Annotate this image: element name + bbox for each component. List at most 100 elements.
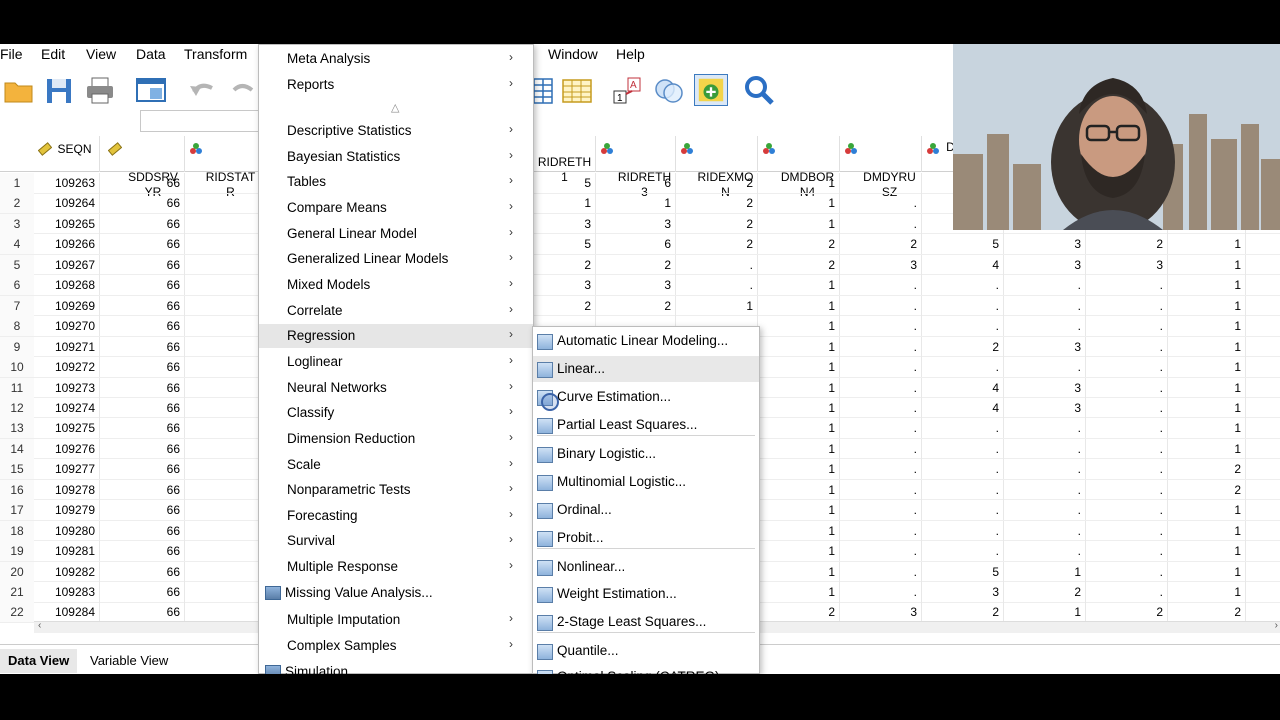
grid-cell-r3[interactable]: 6: [596, 234, 676, 255]
menu-item-forecasting[interactable]: Forecasting: [287, 508, 358, 523]
grid-cell-yr[interactable]: .: [840, 438, 922, 459]
column-header-ridexmon[interactable]: RIDEXMO N: [676, 136, 758, 199]
submenu-item-ordinal[interactable]: Ordinal...: [557, 502, 612, 517]
grid-cell-c9[interactable]: .: [1086, 459, 1168, 480]
grid-cell-sdd[interactable]: 66: [100, 459, 185, 480]
grid-cell-yr[interactable]: .: [840, 479, 922, 500]
value-labels-icon[interactable]: 1A: [612, 74, 646, 106]
menu-item-complex-samples[interactable]: Complex Samples: [287, 638, 397, 653]
row-number[interactable]: 2: [0, 193, 34, 214]
grid-cell-r3[interactable]: 3: [596, 213, 676, 234]
submenu-item-2-stage-least-squares[interactable]: 2-Stage Least Squares...: [557, 614, 706, 629]
grid-cell-c9[interactable]: .: [1086, 377, 1168, 398]
grid-cell-seqn[interactable]: 109271: [34, 336, 100, 357]
grid-cell-seqn[interactable]: 109275: [34, 418, 100, 439]
grid-cell-c9[interactable]: .: [1086, 418, 1168, 439]
grid-cell-c10[interactable]: 1: [1168, 397, 1246, 418]
add-variable-set-icon[interactable]: [694, 74, 728, 106]
grid-cell-yr[interactable]: .: [840, 418, 922, 439]
row-number[interactable]: 7: [0, 295, 34, 316]
grid-cell-seqn[interactable]: 109268: [34, 275, 100, 296]
grid-cell-sdd[interactable]: 66: [100, 438, 185, 459]
column-header-ridreth3[interactable]: RIDRETH 3: [596, 136, 676, 199]
search-icon[interactable]: [742, 74, 776, 106]
grid-cell-c8[interactable]: .: [1004, 500, 1086, 521]
redo-icon[interactable]: [228, 74, 258, 106]
grid-cell-c10[interactable]: 1: [1168, 438, 1246, 459]
grid-cell-c10[interactable]: 1: [1168, 541, 1246, 562]
grid-cell-b4[interactable]: 1: [758, 561, 840, 582]
grid-cell-r3[interactable]: 3: [596, 275, 676, 296]
grid-cell-c7[interactable]: .: [922, 459, 1004, 480]
grid-cell-sdd[interactable]: 66: [100, 479, 185, 500]
grid-cell-c8[interactable]: 3: [1004, 336, 1086, 357]
menu-file[interactable]: File: [0, 46, 23, 62]
grid-cell-ex[interactable]: 2: [676, 213, 758, 234]
grid-cell-c7[interactable]: 2: [922, 336, 1004, 357]
grid-cell-c10[interactable]: 1: [1168, 357, 1246, 378]
tab-data-view[interactable]: Data View: [0, 649, 78, 673]
menu-item-general-linear-model[interactable]: General Linear Model: [287, 226, 417, 241]
grid-cell-r1[interactable]: 3: [534, 275, 596, 296]
tab-variable-view[interactable]: Variable View: [82, 649, 176, 673]
grid-cell-yr[interactable]: .: [840, 316, 922, 337]
grid-cell-b4[interactable]: 1: [758, 357, 840, 378]
grid-cell-c7[interactable]: 2: [922, 602, 1004, 623]
grid-cell-b4[interactable]: 1: [758, 336, 840, 357]
grid-cell-r1[interactable]: 2: [534, 254, 596, 275]
menu-edit[interactable]: Edit: [41, 46, 65, 62]
menu-item-missing-value-analysis[interactable]: Missing Value Analysis...: [285, 585, 433, 600]
grid-cell-c8[interactable]: .: [1004, 459, 1086, 480]
grid-cell-r3[interactable]: 1: [596, 193, 676, 214]
menu-item-bayesian-statistics[interactable]: Bayesian Statistics: [287, 149, 400, 164]
grid-cell-c8[interactable]: 3: [1004, 397, 1086, 418]
grid-cell-seqn[interactable]: 109282: [34, 561, 100, 582]
scroll-up-icon[interactable]: △: [391, 101, 399, 114]
grid-cell-c8[interactable]: .: [1004, 316, 1086, 337]
grid-cell-c7[interactable]: 4: [922, 397, 1004, 418]
submenu-item-curve-estimation[interactable]: Curve Estimation...: [557, 389, 671, 404]
grid-cell-c8[interactable]: 3: [1004, 234, 1086, 255]
column-header-ridstatr[interactable]: RIDSTAT R: [185, 136, 259, 199]
menu-item-compare-means[interactable]: Compare Means: [287, 200, 387, 215]
grid-cell-b4[interactable]: 1: [758, 438, 840, 459]
grid-cell-c8[interactable]: .: [1004, 479, 1086, 500]
grid-cell-c7[interactable]: 3: [922, 582, 1004, 602]
grid-cell-yr[interactable]: .: [840, 295, 922, 316]
grid-cell-c9[interactable]: .: [1086, 520, 1168, 541]
row-number[interactable]: 21: [0, 582, 34, 602]
grid-cell-ex[interactable]: 1: [676, 295, 758, 316]
grid-cell-seqn[interactable]: 109266: [34, 234, 100, 255]
menu-item-reports[interactable]: Reports: [287, 77, 334, 92]
grid-cell-b4[interactable]: 2: [758, 254, 840, 275]
grid-cell-b4[interactable]: 1: [758, 193, 840, 214]
grid-cell-seqn[interactable]: 109278: [34, 479, 100, 500]
menu-item-neural-networks[interactable]: Neural Networks: [287, 380, 387, 395]
menu-item-survival[interactable]: Survival: [287, 533, 335, 548]
menu-item-regression[interactable]: Regression: [287, 328, 355, 343]
grid-cell-ex[interactable]: 2: [676, 173, 758, 193]
grid-cell-c9[interactable]: 3: [1086, 254, 1168, 275]
grid-cell-ex[interactable]: .: [676, 275, 758, 296]
grid-cell-sdd[interactable]: 66: [100, 336, 185, 357]
submenu-item-quantile[interactable]: Quantile...: [557, 643, 619, 658]
grid-cell-c7[interactable]: 5: [922, 234, 1004, 255]
grid-cell-ex[interactable]: .: [676, 254, 758, 275]
grid-cell-c10[interactable]: 2: [1168, 479, 1246, 500]
grid-cell-b4[interactable]: 1: [758, 459, 840, 480]
grid-cell-c8[interactable]: 3: [1004, 377, 1086, 398]
grid-cell-yr[interactable]: .: [840, 336, 922, 357]
grid-cell-yr[interactable]: .: [840, 357, 922, 378]
grid-cell-c9[interactable]: .: [1086, 275, 1168, 296]
row-number[interactable]: 14: [0, 438, 34, 459]
open-folder-icon[interactable]: [2, 74, 36, 106]
grid-cell-c9[interactable]: .: [1086, 336, 1168, 357]
grid-cell-sdd[interactable]: 66: [100, 295, 185, 316]
grid-cell-c7[interactable]: .: [922, 500, 1004, 521]
menu-item-descriptive-statistics[interactable]: Descriptive Statistics: [287, 123, 412, 138]
grid-cell-b4[interactable]: 2: [758, 602, 840, 623]
column-header-seqn[interactable]: SEQN: [34, 136, 100, 172]
grid-cell-c10[interactable]: 1: [1168, 582, 1246, 602]
grid-cell-c9[interactable]: 2: [1086, 602, 1168, 623]
grid-cell-sdd[interactable]: 66: [100, 397, 185, 418]
